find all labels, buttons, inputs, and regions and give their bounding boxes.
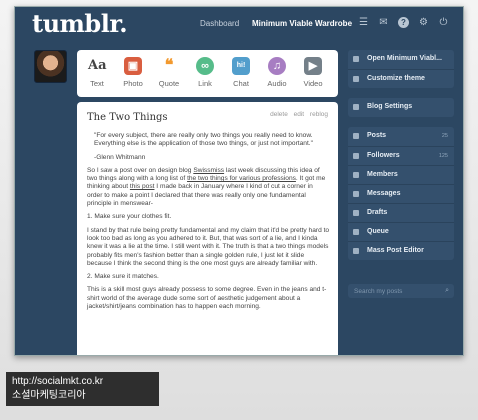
blockquote: "For every subject, there are really onl… (94, 132, 313, 148)
post-type-text[interactable]: Aa Text (81, 57, 113, 88)
camera-icon: ▣ (124, 57, 142, 75)
watermark: http://socialmkt.co.kr 소셜마케팅코리아 (6, 372, 159, 406)
help-icon[interactable]: ? (398, 17, 409, 28)
sidebar-item-posts[interactable]: Posts 25 (348, 127, 454, 146)
user-avatar[interactable] (34, 50, 67, 83)
list-item: 1. Make sure your clothes fit. (87, 213, 172, 221)
blog-settings-link[interactable]: Blog Settings (348, 98, 454, 117)
this-post-link[interactable]: this post (130, 183, 155, 190)
blog-link-box: Open Minimum Viabl... Customize theme (348, 50, 454, 88)
open-blog-link[interactable]: Open Minimum Viabl... (348, 50, 454, 69)
mail-icon[interactable]: ✉ (378, 17, 389, 28)
text-post: The Two Things delete edit reblog "For e… (77, 102, 338, 355)
two-things-link[interactable]: the two things for various professions (187, 175, 296, 182)
post-type-chat[interactable]: hi! Chat (225, 57, 257, 88)
post-type-bar: Aa Text ▣ Photo ❝ Quote ∞ Link hi! Chat … (77, 50, 338, 97)
sidebar-item-drafts[interactable]: Drafts (348, 203, 454, 222)
palette-icon (353, 76, 359, 82)
swissmiss-link[interactable]: Swissmiss (193, 167, 224, 174)
power-icon[interactable]: ⏻ (438, 17, 449, 28)
nav-dashboard[interactable]: Dashboard (200, 19, 239, 28)
post-type-link[interactable]: ∞ Link (189, 57, 221, 88)
posts-icon (353, 133, 359, 139)
paragraph: This is a skill most guys already posses… (87, 286, 327, 311)
customize-theme-link[interactable]: Customize theme (348, 69, 454, 88)
paragraph: So I saw a post over on design blog Swis… (87, 166, 326, 208)
quote-author: -Glenn Whitmann (94, 153, 146, 161)
gear-icon[interactable]: ⚙ (418, 17, 429, 28)
delete-link[interactable]: delete (270, 111, 288, 118)
queue-icon (353, 229, 359, 235)
link-icon: ∞ (196, 57, 214, 75)
sidebar-item-followers[interactable]: Followers 125 (348, 146, 454, 165)
watermark-url: http://socialmkt.co.kr (12, 376, 104, 387)
settings-icon (353, 104, 359, 110)
list-icon[interactable]: ☰ (358, 17, 369, 28)
video-camera-icon: ▶ (304, 57, 322, 75)
post-title: The Two Things (87, 112, 168, 123)
tumblr-screenshot: tumblr. Dashboard Minimum Viable Wardrob… (14, 6, 464, 356)
sidebar-item-mass-post-editor[interactable]: Mass Post Editor (348, 241, 454, 260)
paragraph: I stand by that rule being pretty fundam… (87, 226, 330, 267)
top-navigation: tumblr. Dashboard Minimum Viable Wardrob… (15, 7, 463, 43)
editor-icon (353, 248, 359, 254)
search-icon: ⌕ (445, 287, 449, 294)
sidebar-item-members[interactable]: Members (348, 165, 454, 184)
quote-icon: ❝ (164, 57, 174, 74)
sidebar-item-queue[interactable]: Queue (348, 222, 454, 241)
followers-icon (353, 153, 359, 159)
post-type-video[interactable]: ▶ Video (297, 57, 329, 88)
list-item: 2. Make sure it matches. (87, 273, 159, 281)
chat-icon: hi! (232, 57, 250, 75)
blog-menu: Posts 25 Followers 125 Members Messages (348, 127, 454, 260)
blog-settings-box: Blog Settings (348, 98, 454, 117)
post-type-audio[interactable]: ♫ Audio (261, 57, 293, 88)
edit-link[interactable]: edit (294, 111, 304, 118)
sidebar-item-messages[interactable]: Messages (348, 184, 454, 203)
post-type-photo[interactable]: ▣ Photo (117, 57, 149, 88)
nav-blog-name[interactable]: Minimum Viable Wardrobe (252, 19, 352, 28)
headphones-icon: ♫ (268, 57, 286, 75)
drafts-icon (353, 210, 359, 216)
watermark-name: 소셜마케팅코리아 (12, 390, 86, 401)
photo-frame: tumblr. Dashboard Minimum Viable Wardrob… (0, 0, 478, 420)
text-icon: Aa (88, 58, 107, 73)
tumblr-logo[interactable]: tumblr. (32, 9, 128, 38)
reblog-link[interactable]: reblog (310, 111, 328, 118)
messages-icon (353, 191, 359, 197)
post-actions: delete edit reblog (266, 111, 328, 118)
external-link-icon (353, 56, 359, 62)
post-type-quote[interactable]: ❝ Quote (153, 57, 185, 88)
post-body: "For every subject, there are really onl… (87, 132, 330, 316)
members-icon (353, 172, 359, 178)
search-posts-input[interactable]: Search my posts ⌕ (348, 284, 454, 298)
